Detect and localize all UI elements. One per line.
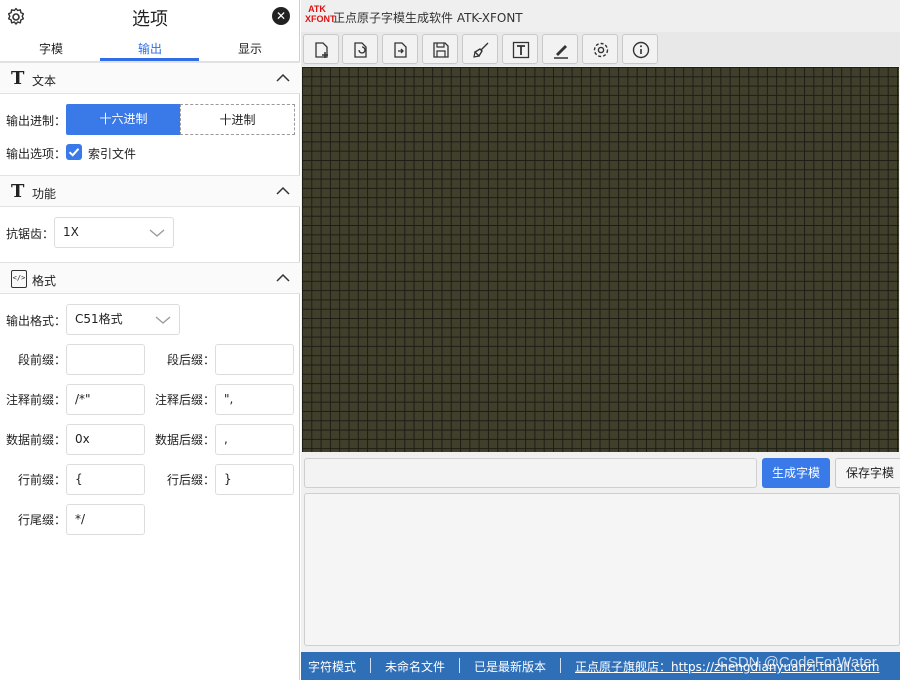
text-icon [512,41,530,59]
text-icon: T [11,181,25,202]
text-tool-button[interactable] [502,34,538,64]
data-prefix-field[interactable]: 0x [66,424,145,455]
new-file-button[interactable] [303,34,339,64]
panel-header: 选项 ✕ [0,0,300,36]
status-mode: 字符模式 [308,660,357,674]
chevron-down-icon [149,229,165,237]
watermark: CSDN @CodeForWater [717,654,877,671]
code-file-icon: </> [11,270,27,288]
save-font-button[interactable]: 保存字模 [835,458,900,488]
tab-font-model[interactable]: 字模 [2,40,100,57]
comment-prefix-label: 注释前缀： [6,393,67,407]
new-file-icon [315,42,328,58]
info-button[interactable] [622,34,658,64]
section-text-header[interactable]: T 文本 [0,62,300,94]
chevron-up-icon[interactable] [276,186,290,196]
toolbar [301,32,900,66]
pixel-grid [302,67,899,452]
data-suffix-field[interactable]: , [215,424,294,455]
chevron-down-icon [155,316,171,324]
text-icon: T [11,68,25,89]
line-prefix-label: 行前缀： [18,473,67,487]
status-separator [459,658,460,673]
pen-icon [554,45,568,59]
hex-option-button[interactable]: 十六进制 [66,104,181,135]
brush-button[interactable] [462,34,498,64]
export-file-button[interactable] [382,34,418,64]
save-icon [433,42,449,58]
line-suffix-label: 行后缀： [167,473,216,487]
decimal-option-button[interactable]: 十进制 [180,104,295,135]
seg-suffix-field[interactable] [215,344,294,375]
line-tail-field[interactable]: */ [66,504,145,535]
line-tail-label: 行尾缀： [18,513,67,527]
logo-bottom-text: XFONT [305,14,336,24]
open-file-icon [354,42,367,58]
tab-output[interactable]: 输出 [101,40,199,57]
seg-prefix-field[interactable] [66,344,145,375]
line-prefix-field[interactable]: { [66,464,145,495]
settings-button[interactable] [582,34,618,64]
chevron-up-icon[interactable] [276,73,290,83]
comment-suffix-field[interactable]: ", [215,384,294,415]
section-function-header[interactable]: T 功能 [0,175,300,207]
status-file: 未命名文件 [385,660,446,674]
title-bar: ATK XFONT 正点原子字模生成软件 ATK-XFONT [301,0,900,32]
seg-suffix-label: 段后缀： [167,353,216,367]
output-format-value: C51格式 [75,312,123,326]
info-icon [632,41,650,59]
close-icon[interactable]: ✕ [272,7,290,25]
app-logo: ATK XFONT [305,4,336,28]
output-base-toggle: 十六进制 十进制 [66,104,296,135]
output-format-label: 输出格式： [6,314,67,328]
section-function-title: 功能 [32,187,57,201]
tab-bar: 字模 输出 显示 [0,36,300,62]
panel-title: 选项 [132,9,168,30]
antialias-label: 抗锯齿： [6,227,55,241]
glyph-canvas[interactable] [302,67,899,452]
antialias-value: 1X [63,225,79,239]
options-panel: 选项 ✕ 字模 输出 显示 T 文本 输出进制： 十六进制 十进制 输出选项： … [0,0,300,680]
settings-icon [593,42,609,58]
line-suffix-field[interactable]: } [215,464,294,495]
section-text-title: 文本 [32,74,57,88]
output-options-label: 输出选项： [6,147,67,161]
index-file-checkbox[interactable] [66,144,82,160]
active-tab-indicator [100,58,199,61]
seg-prefix-label: 段前缀： [18,353,67,367]
status-separator [560,658,561,673]
antialias-select[interactable]: 1X [54,217,174,248]
status-separator [370,658,371,673]
output-textarea[interactable] [304,493,900,646]
data-suffix-label: 数据后缀： [155,433,216,447]
data-prefix-label: 数据前缀： [6,433,67,447]
logo-top-text: ATK [308,4,326,14]
main-window: ATK XFONT 正点原子字模生成软件 ATK-XFONT 生成字模 保存字模… [301,0,900,680]
export-file-icon [394,42,407,58]
char-input[interactable] [304,458,757,488]
open-file-button[interactable] [342,34,378,64]
comment-prefix-field[interactable]: /*" [66,384,145,415]
section-format-header[interactable]: </> 格式 [0,262,300,294]
pen-button[interactable] [542,34,578,64]
save-button[interactable] [422,34,458,64]
chevron-up-icon[interactable] [276,273,290,283]
tab-display[interactable]: 显示 [201,40,299,57]
app-title: 正点原子字模生成软件 ATK-XFONT [333,11,523,25]
brush-icon [473,42,489,58]
output-base-label: 输出进制： [6,114,67,128]
index-file-label: 索引文件 [88,147,137,161]
comment-suffix-label: 注释后缀： [155,393,216,407]
status-version: 已是最新版本 [474,660,547,674]
checkmark-icon [68,148,80,157]
output-format-select[interactable]: C51格式 [66,304,180,335]
generate-button[interactable]: 生成字模 [762,458,830,488]
section-format-title: 格式 [32,274,57,288]
